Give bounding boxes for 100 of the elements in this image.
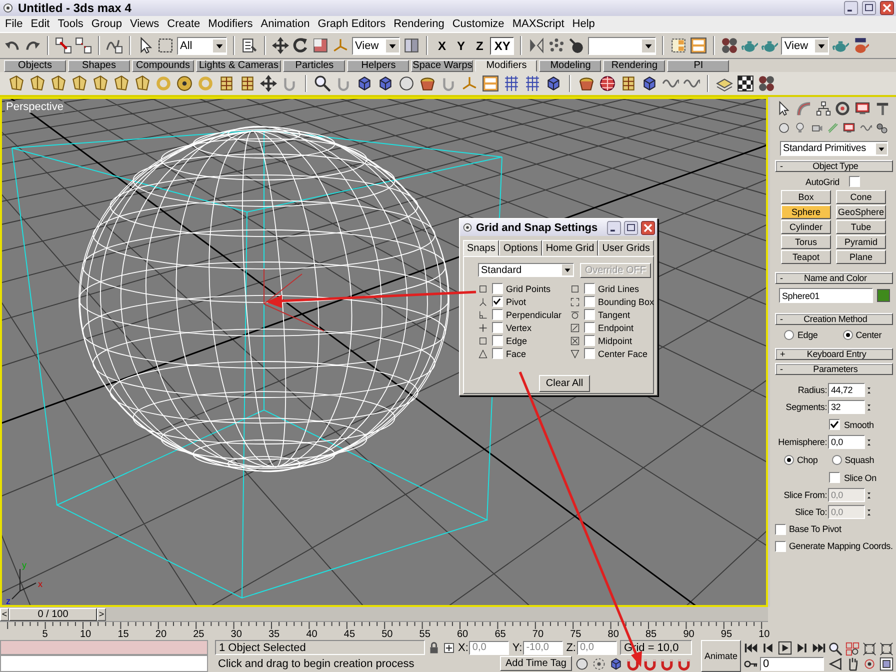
- checkbox[interactable]: [829, 419, 840, 430]
- axis-constraint-button[interactable]: Z: [472, 36, 488, 54]
- basket-icon[interactable]: [578, 75, 595, 92]
- tab[interactable]: User Grids: [598, 240, 654, 256]
- checkbox[interactable]: [492, 309, 503, 320]
- move-icon[interactable]: [260, 75, 277, 92]
- axis-constraint-button[interactable]: Y: [453, 36, 470, 54]
- object-type-button[interactable]: Plane: [836, 250, 886, 264]
- wave-icon[interactable]: [860, 122, 872, 134]
- checkbox[interactable]: [492, 335, 503, 346]
- monitor-icon[interactable]: [855, 101, 870, 116]
- ball-icon[interactable]: [575, 656, 589, 670]
- checkbox[interactable]: [492, 296, 503, 307]
- restore-icon[interactable]: [624, 220, 638, 234]
- tab[interactable]: Particles: [283, 60, 346, 72]
- magnet-icon[interactable]: [643, 656, 657, 670]
- cube-icon[interactable]: [641, 75, 658, 92]
- minimize-icon[interactable]: [844, 1, 858, 15]
- lattice-icon[interactable]: [239, 75, 256, 92]
- object-type-button[interactable]: Teapot: [781, 250, 831, 264]
- close-icon[interactable]: [880, 1, 894, 15]
- move-icon[interactable]: [272, 37, 289, 54]
- radio-button[interactable]: [784, 330, 794, 340]
- menu-item[interactable]: Customize: [448, 18, 508, 30]
- menu-item[interactable]: Group: [87, 18, 126, 30]
- checkbox[interactable]: [584, 335, 595, 346]
- tab[interactable]: Snaps: [463, 240, 500, 256]
- clear-all-button[interactable]: Clear All: [538, 375, 590, 392]
- go-to-end-icon[interactable]: [811, 640, 827, 654]
- checkbox[interactable]: [775, 540, 786, 552]
- menu-item[interactable]: Animation: [256, 18, 314, 30]
- tab[interactable]: Compounds: [132, 60, 194, 72]
- render-type-dropdown[interactable]: View: [781, 36, 830, 54]
- zoom-extents-icon[interactable]: [862, 642, 877, 656]
- polyhedron-icon[interactable]: [71, 75, 88, 92]
- unlink-icon[interactable]: [75, 37, 92, 54]
- tab[interactable]: Home Grid: [542, 240, 598, 256]
- checker-icon[interactable]: [737, 75, 754, 92]
- restore-icon[interactable]: [862, 1, 876, 15]
- spinner-field[interactable]: 32: [828, 400, 865, 414]
- track-view-icon[interactable]: [670, 37, 688, 54]
- grid-icon[interactable]: [503, 75, 520, 92]
- wire-cube-icon[interactable]: [545, 75, 562, 92]
- rollout-header[interactable]: + Keyboard Entry: [775, 348, 893, 360]
- menu-item[interactable]: Views: [126, 18, 164, 30]
- zoom-extents-all-icon[interactable]: [879, 642, 894, 656]
- menu-item[interactable]: Modifiers: [204, 18, 257, 30]
- dashed-rectangle-icon[interactable]: [157, 37, 174, 54]
- color-swatch[interactable]: [877, 289, 890, 302]
- tab[interactable]: Options: [499, 240, 542, 256]
- polyhedron-icon[interactable]: [134, 75, 151, 92]
- object-type-button[interactable]: Sphere: [781, 205, 831, 219]
- close-icon[interactable]: [641, 220, 655, 234]
- script-input-field[interactable]: [0, 655, 208, 672]
- sphere-icon[interactable]: [176, 75, 193, 92]
- plus-square-icon[interactable]: [443, 642, 455, 654]
- bend-icon[interactable]: [796, 101, 811, 116]
- snap-set-dropdown[interactable]: Standard: [478, 263, 574, 277]
- spheres-icon[interactable]: [721, 37, 738, 54]
- dotted-sphere-icon[interactable]: [592, 656, 606, 670]
- object-type-button[interactable]: GeoSphere: [836, 205, 886, 219]
- scale-icon[interactable]: [312, 37, 329, 54]
- time-slider-thumb[interactable]: 0 / 100: [9, 608, 97, 620]
- lamp-icon[interactable]: [794, 122, 806, 134]
- rotate-icon[interactable]: [292, 37, 309, 54]
- ball-icon[interactable]: [398, 75, 415, 92]
- globe-icon[interactable]: [599, 75, 616, 92]
- tab[interactable]: Objects: [4, 60, 66, 72]
- checkbox[interactable]: [584, 309, 595, 320]
- wheel-icon[interactable]: [835, 101, 850, 116]
- schematic-icon[interactable]: [690, 37, 708, 54]
- radio-button[interactable]: [842, 330, 853, 340]
- object-type-button[interactable]: Torus: [781, 235, 831, 249]
- sphere-icon[interactable]: [778, 122, 790, 134]
- gears-icon[interactable]: [876, 122, 888, 134]
- render-teapot-icon[interactable]: [852, 37, 870, 54]
- polyhedron-icon[interactable]: [92, 75, 109, 92]
- checkbox[interactable]: [492, 283, 503, 294]
- previous-frame-button[interactable]: <: [0, 608, 9, 620]
- tab[interactable]: Modeling: [539, 60, 602, 72]
- checkbox[interactable]: [775, 524, 786, 534]
- axis-constraint-button[interactable]: X: [434, 36, 450, 54]
- tab[interactable]: Space Warps: [411, 60, 474, 72]
- menu-item[interactable]: Edit: [26, 18, 54, 30]
- axis-constraint-button[interactable]: XY: [490, 36, 514, 54]
- spinner-field[interactable]: 0,0: [828, 435, 865, 449]
- link-icon[interactable]: [55, 37, 72, 54]
- checkbox[interactable]: [584, 348, 595, 359]
- animate-button[interactable]: Animate: [701, 640, 741, 672]
- cube-icon[interactable]: [356, 75, 373, 92]
- object-type-button[interactable]: Pyramid: [836, 235, 886, 249]
- selection-filter-dropdown[interactable]: All: [177, 36, 227, 54]
- spinner-field[interactable]: 44,72: [828, 383, 865, 397]
- checkbox[interactable]: [492, 348, 503, 359]
- magnet-icon[interactable]: [677, 656, 691, 670]
- rollout-header[interactable]: - Object Type: [775, 160, 893, 172]
- minimize-icon[interactable]: [607, 220, 621, 234]
- tab[interactable]: Modifiers: [475, 60, 538, 72]
- menu-item[interactable]: Graph Editors: [314, 18, 390, 30]
- arc-rotate-icon[interactable]: [862, 656, 877, 670]
